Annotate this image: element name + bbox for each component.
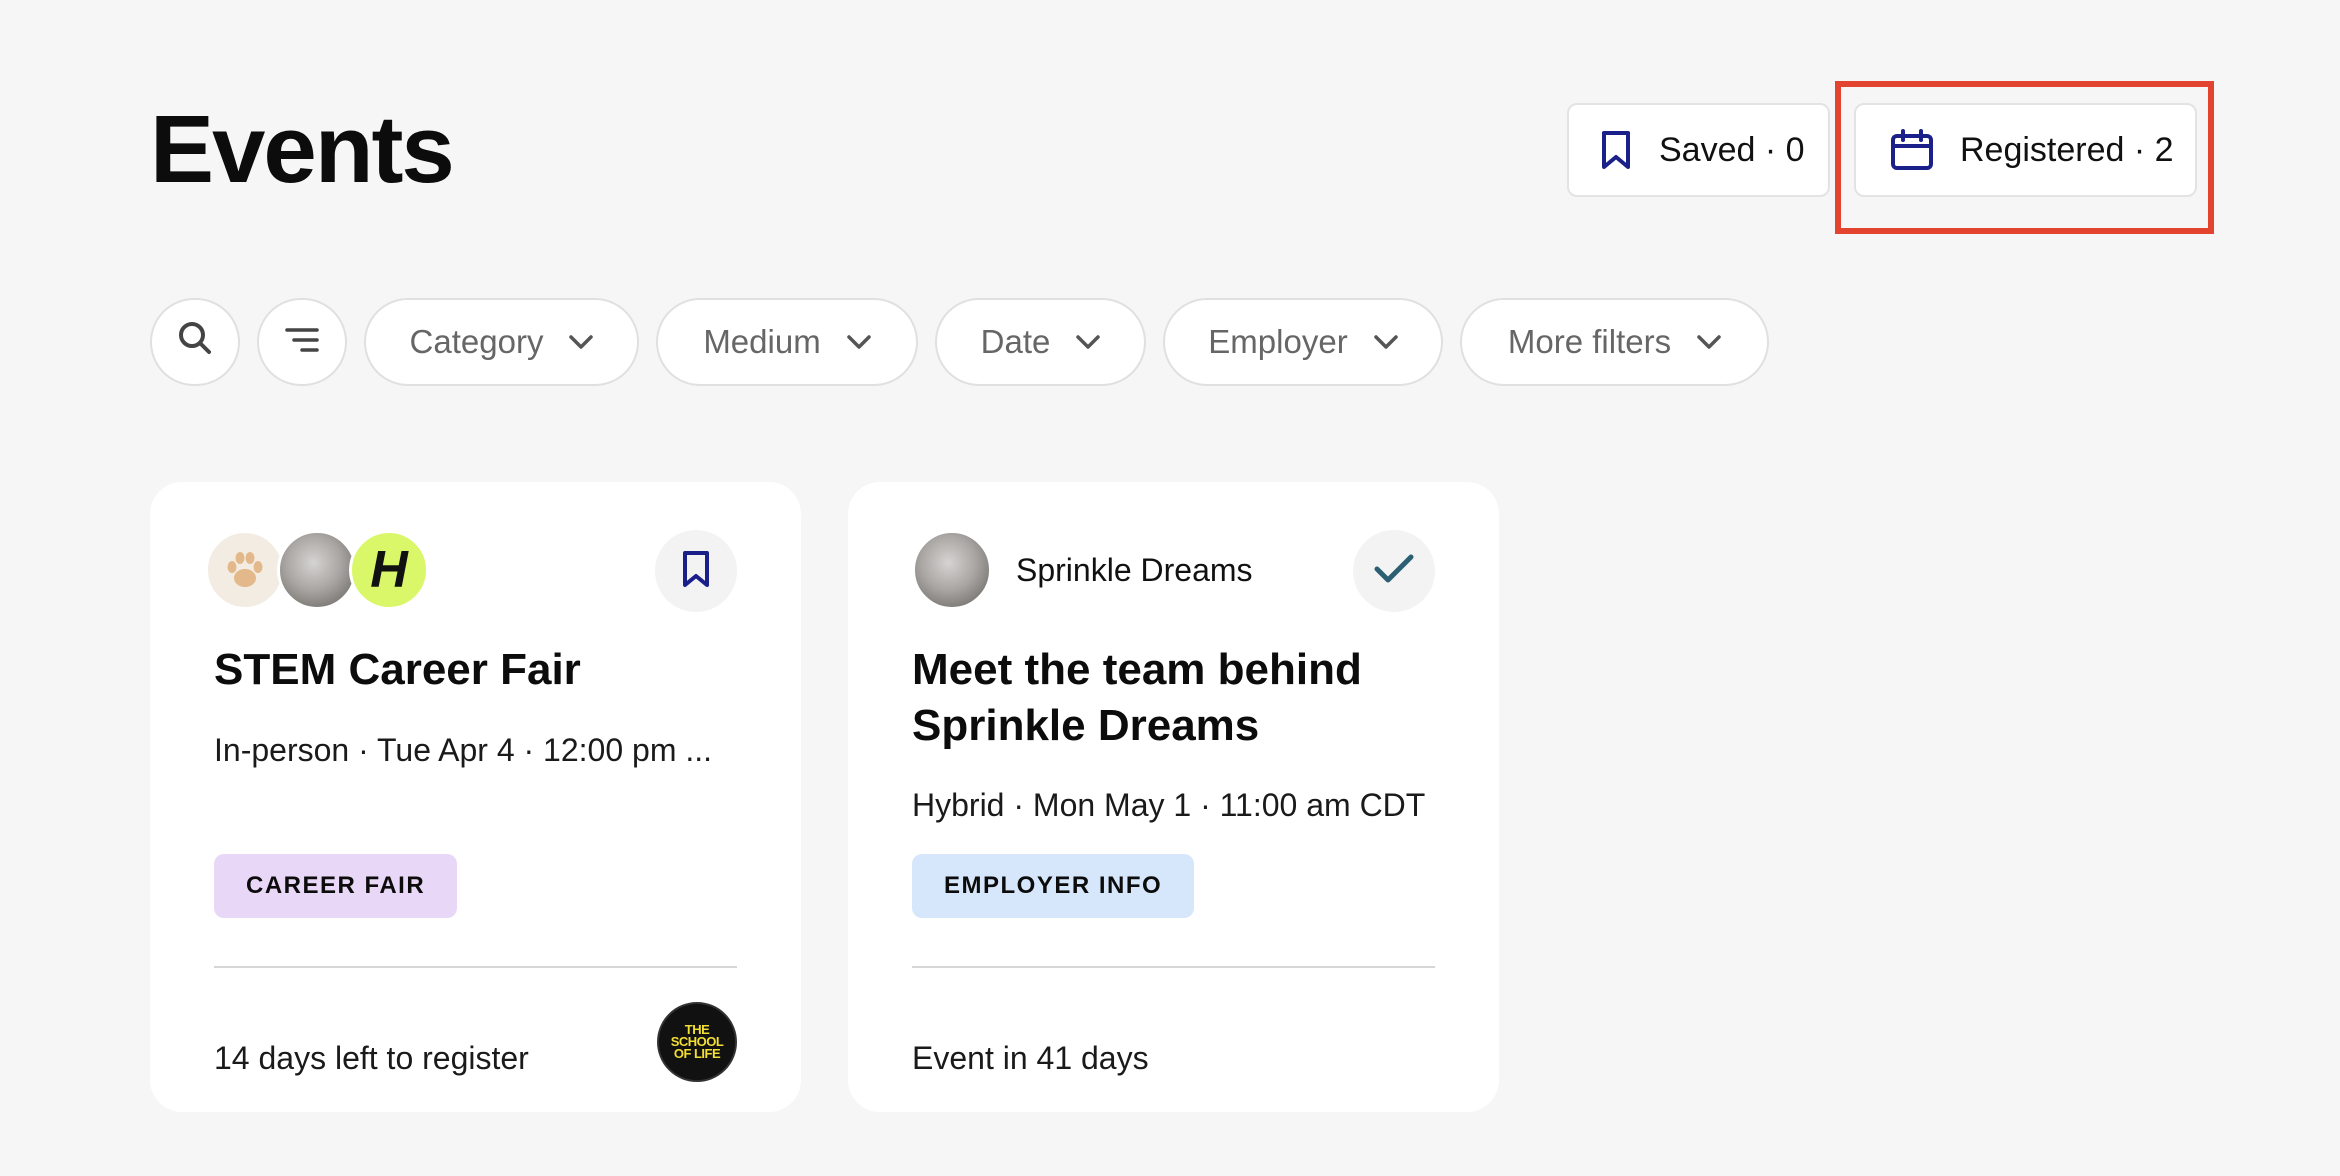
event-meta: In-person · Tue Apr 4 · 12:00 pm ...: [214, 732, 713, 768]
employer-filter[interactable]: Employer: [1163, 298, 1443, 386]
employer-filter-label: Employer: [1208, 323, 1348, 360]
sort-button[interactable]: [257, 298, 347, 386]
card-divider: [912, 966, 1435, 968]
event-countdown: Event in 41 days: [912, 1040, 1149, 1076]
bookmark-button[interactable]: [655, 530, 737, 612]
category-filter-label: Category: [409, 323, 544, 360]
sort-icon: [285, 323, 319, 361]
check-icon: [1374, 554, 1414, 589]
event-category-tag: CAREER FAIR: [214, 854, 458, 918]
bookmark-icon: [1599, 130, 1633, 170]
filter-bar: Category Medium Date Employer More filte…: [150, 298, 1769, 386]
h-logo-avatar: H: [349, 530, 429, 610]
chevron-down-icon: [846, 335, 871, 349]
school-logo-text: THE SCHOOL OF LIFE: [670, 1022, 724, 1061]
event-card-stem-career-fair[interactable]: H STEM Career Fair In-person · Tue Apr 4…: [150, 482, 801, 1112]
event-category-tag: EMPLOYER INFO: [912, 854, 1195, 918]
paw-avatar-icon: [205, 530, 285, 610]
medium-filter[interactable]: Medium: [656, 298, 918, 386]
registered-label: Registered · 2: [1960, 130, 2174, 169]
more-filters-label: More filters: [1507, 323, 1672, 360]
search-icon: [177, 320, 213, 364]
employer-avatars: H: [205, 530, 429, 610]
employer-row: Sprinkle Dreams: [912, 530, 1253, 610]
date-filter-label: Date: [980, 323, 1051, 360]
event-meta: Hybrid · Mon May 1 · 11:00 am CDT: [912, 787, 1426, 823]
event-title[interactable]: STEM Career Fair: [214, 642, 754, 698]
calendar-icon: [1890, 129, 1934, 171]
employer-name[interactable]: Sprinkle Dreams: [1016, 552, 1253, 589]
search-button[interactable]: [150, 298, 240, 386]
chevron-down-icon: [1373, 335, 1398, 349]
bookmark-icon: [681, 550, 711, 593]
chevron-down-icon: [1697, 335, 1721, 349]
h-logo-text: H: [370, 541, 408, 599]
more-filters-button[interactable]: More filters: [1460, 298, 1769, 386]
card-divider: [214, 966, 737, 968]
employer-avatar: [912, 530, 992, 610]
event-card-sprinkle-dreams[interactable]: Sprinkle Dreams Meet the team behind Spr…: [848, 482, 1499, 1112]
chevron-down-icon: [1076, 335, 1101, 349]
event-title[interactable]: Meet the team behind Sprinkle Dreams: [912, 642, 1452, 754]
registered-button[interactable]: Registered · 2: [1854, 103, 2197, 197]
registered-check-button[interactable]: [1353, 530, 1435, 612]
page-title: Events: [150, 96, 455, 203]
saved-label: Saved · 0: [1659, 130, 1805, 169]
registration-countdown: 14 days left to register: [214, 1040, 529, 1076]
date-filter[interactable]: Date: [935, 298, 1146, 386]
photo-avatar: [277, 530, 357, 610]
saved-button[interactable]: Saved · 0: [1567, 103, 1830, 197]
medium-filter-label: Medium: [703, 323, 821, 360]
category-filter[interactable]: Category: [364, 298, 639, 386]
school-of-life-logo: THE SCHOOL OF LIFE: [657, 1002, 737, 1082]
chevron-down-icon: [569, 335, 594, 349]
